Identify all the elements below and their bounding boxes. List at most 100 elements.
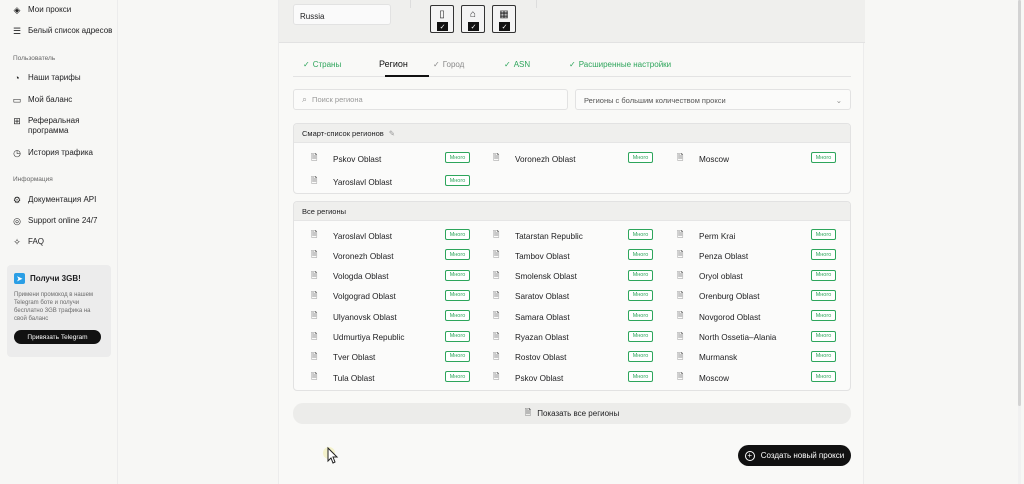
tab-label: Регион xyxy=(379,59,408,69)
document-icon: 🗎 xyxy=(311,153,318,162)
region-item[interactable]: 🗎 Perm Krai xyxy=(677,229,809,243)
tab-region[interactable]: Регион xyxy=(379,59,408,69)
device-mobile-toggle[interactable]: ▯ ✓ xyxy=(430,5,454,33)
document-icon: 🗎 xyxy=(677,331,684,341)
sidebar-item-label: Белый список адресов xyxy=(28,26,113,35)
region-item[interactable]: 🗎 Orenburg Oblast xyxy=(677,290,809,304)
region-name: Penza Oblast xyxy=(699,251,749,261)
tab-asn[interactable]: ✓ ASN xyxy=(504,60,530,69)
region-item[interactable]: 🗎 Yaroslavl Oblast xyxy=(311,175,443,189)
chat-icon: ◎ xyxy=(13,216,21,226)
document-icon: 🗎 xyxy=(311,230,318,239)
list-icon: ☰ xyxy=(12,26,22,36)
plus-icon: + xyxy=(744,450,755,461)
sidebar-item-api-docs[interactable]: ⚙ Документация API xyxy=(12,195,96,205)
phone-icon: ▯ xyxy=(439,9,445,20)
region-item[interactable]: 🗎 Murmansk xyxy=(677,351,809,365)
region-item[interactable]: 🗎 Saratov Oblast xyxy=(493,290,625,304)
region-item[interactable]: 🗎 Smolensk Oblast xyxy=(493,270,625,284)
region-item[interactable]: 🗎 Udmurtiya Republic xyxy=(311,331,443,345)
region-item[interactable]: 🗎 Rostov Oblast xyxy=(493,351,625,365)
region-item[interactable]: 🗎 Penza Oblast xyxy=(677,249,809,263)
sidebar-item-faq[interactable]: ✧ FAQ xyxy=(12,237,44,247)
region-item[interactable]: 🗎 Pskov Oblast xyxy=(493,371,625,385)
region-name: Yaroslavl Oblast xyxy=(333,231,393,241)
document-icon: 🗎 xyxy=(493,250,500,260)
region-item[interactable]: 🗎 Ryazan Oblast xyxy=(493,331,625,345)
checkmark-icon: ✓ xyxy=(468,22,479,31)
tab-city[interactable]: ✓ Город xyxy=(433,60,464,69)
select-value: Регионы с большим количеством прокси xyxy=(584,96,726,105)
sidebar-item-traffic-history[interactable]: ◷ История трафика xyxy=(12,148,93,158)
availability-badge: Много xyxy=(628,249,653,261)
sidebar-item-balance[interactable]: ▭ Мой баланс xyxy=(12,95,73,105)
region-item[interactable]: 🗎 Novgorod Oblast xyxy=(677,310,809,324)
layers-icon: ◈ xyxy=(13,5,21,15)
region-item[interactable]: 🗎 Voronezh Oblast xyxy=(493,152,625,166)
region-item[interactable]: 🗎 Moscow xyxy=(677,371,809,385)
availability-badge: Много xyxy=(628,371,653,383)
region-name: Yaroslavl Oblast xyxy=(333,177,393,187)
show-all-regions-button[interactable]: 🗎 Показать все регионы xyxy=(293,403,851,424)
show-all-label: Показать все регионы xyxy=(537,409,620,418)
region-item[interactable]: 🗎 Volgograd Oblast xyxy=(311,290,443,304)
gift-icon: ⊞ xyxy=(13,116,21,126)
region-item[interactable]: 🗎 Tver Oblast xyxy=(311,351,443,365)
region-name: Voronezh Oblast xyxy=(333,251,394,261)
check-icon: ✓ xyxy=(303,60,310,69)
sparkle-icon: ✧ xyxy=(13,237,21,247)
sidebar-item-my-proxies[interactable]: ◈ Мои прокси xyxy=(12,5,72,15)
all-regions-title: Все регионы xyxy=(302,206,346,216)
sidebar-item-label: Реферальная программа xyxy=(28,116,80,135)
sidebar-item-whitelist[interactable]: ☰ Белый список адресов xyxy=(12,26,112,36)
region-item[interactable]: 🗎 Ulyanovsk Oblast xyxy=(311,310,443,324)
promo-card: ➤ Получи 3GB! Примени промокод в нашем T… xyxy=(7,265,111,357)
region-item[interactable]: 🗎 Voronezh Oblast xyxy=(311,249,443,263)
device-residential-toggle[interactable]: ⌂ ✓ xyxy=(461,5,485,33)
availability-badge: Много xyxy=(811,350,836,362)
region-item[interactable]: 🗎 Oryol oblast xyxy=(677,270,809,284)
region-item[interactable]: 🗎 Vologda Oblast xyxy=(311,270,443,284)
region-item[interactable]: 🗎 Moscow xyxy=(677,152,809,166)
check-icon: ✓ xyxy=(433,60,440,69)
gear-icon: ⚙ xyxy=(12,195,22,205)
country-input[interactable]: Russia xyxy=(293,4,391,25)
link-telegram-button[interactable]: Привязать Telegram xyxy=(14,330,101,344)
availability-badge: Много xyxy=(445,269,470,281)
check-icon: ✓ xyxy=(569,60,576,69)
sidebar-item-support[interactable]: ◎ Support online 24/7 xyxy=(12,216,97,226)
sidebar-item-label: Документация API xyxy=(28,195,97,204)
scrollbar-thumb[interactable] xyxy=(1018,0,1021,406)
device-datacenter-toggle[interactable]: ▦ ✓ xyxy=(492,5,516,33)
pencil-icon[interactable]: ✎ xyxy=(389,129,395,138)
region-search-input[interactable]: ⌕ Поиск региона xyxy=(293,89,568,110)
telegram-icon: ➤ xyxy=(14,273,25,284)
region-item[interactable]: 🗎 Tatarstan Republic xyxy=(493,229,625,243)
document-icon: 🗎 xyxy=(677,230,684,239)
all-regions-card: Все регионы 🗎 Yaroslavl Oblast Много 🗎 Tatar… xyxy=(293,201,851,391)
smart-list-header: Смарт-список регионов ✎ xyxy=(294,124,850,143)
tab-countries[interactable]: ✓ Страны xyxy=(303,60,341,69)
region-name: Pskov Oblast xyxy=(333,154,382,164)
document-icon: 🗎 xyxy=(677,250,684,260)
region-item[interactable]: 🗎 Yaroslavl Oblast xyxy=(311,229,443,243)
tab-advanced-settings[interactable]: ✓ Расширенные настройки xyxy=(569,60,671,69)
sidebar-item-referral[interactable]: ⊞ Реферальная программа xyxy=(12,116,92,136)
region-item[interactable]: 🗎 North Ossetia–Alania xyxy=(677,331,809,345)
building-icon: ▦ xyxy=(499,9,509,20)
proxy-form-top: Russia ▯ ✓ ⌂ ✓ ▦ ✓ xyxy=(279,0,865,43)
region-name: Tver Oblast xyxy=(333,353,376,363)
region-name: Moscow xyxy=(699,154,730,164)
region-filter-select[interactable]: Регионы с большим количеством прокси ⌄ xyxy=(575,89,851,110)
sidebar-item-label: Мой баланс xyxy=(28,95,73,104)
availability-badge: Много xyxy=(628,310,653,322)
region-name: Pskov Oblast xyxy=(515,373,564,383)
create-proxy-button[interactable]: + Создать новый прокси xyxy=(738,445,851,466)
search-placeholder: Поиск региона xyxy=(312,95,363,104)
region-item[interactable]: 🗎 Samara Oblast xyxy=(493,310,625,324)
sidebar-item-tariffs[interactable]: ◔ Наши тарифы xyxy=(12,73,80,83)
region-item[interactable]: 🗎 Pskov Oblast xyxy=(311,152,443,166)
history-icon: ◷ xyxy=(13,148,21,158)
region-item[interactable]: 🗎 Tula Oblast xyxy=(311,371,443,385)
region-item[interactable]: 🗎 Tambov Oblast xyxy=(493,249,625,263)
